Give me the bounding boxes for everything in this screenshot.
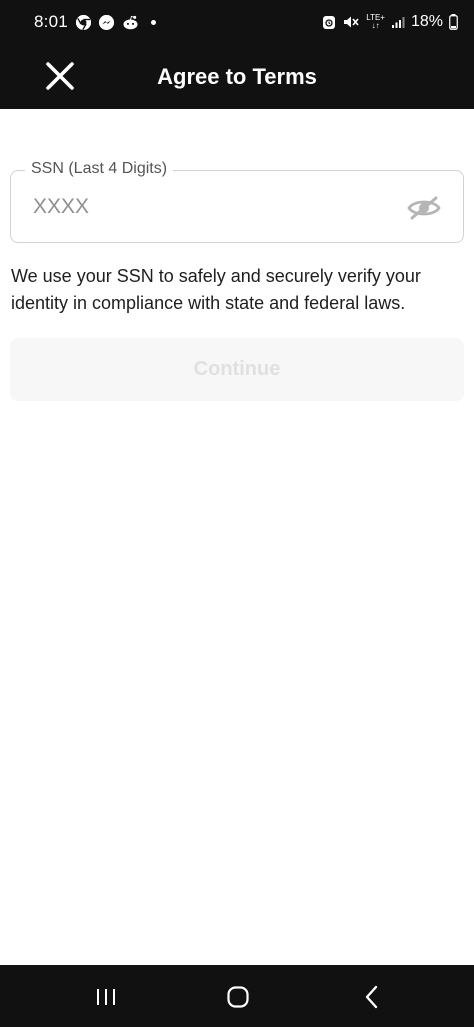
data-arrows-icon: ↓↑ <box>371 21 380 30</box>
status-right: LTE+ ↓↑ 18% <box>322 13 458 31</box>
home-icon <box>227 986 249 1008</box>
status-time: 8:01 <box>34 12 68 31</box>
reddit-icon <box>122 15 139 30</box>
signal-icon <box>391 15 405 29</box>
chrome-icon <box>75 14 91 30</box>
ssn-info-text: We use your SSN to safely and securely v… <box>11 266 421 313</box>
back-icon <box>365 985 378 1009</box>
alarm-icon <box>322 14 336 30</box>
page-title: Agree to Terms <box>157 63 317 89</box>
messenger-icon <box>98 14 114 30</box>
continue-button[interactable]: Continue <box>10 338 464 401</box>
recent-apps-button[interactable] <box>84 977 128 1017</box>
ssn-field-label: SSN (Last 4 Digits) <box>25 160 174 178</box>
recent-apps-icon <box>97 989 115 1005</box>
battery-icon <box>449 14 458 30</box>
status-left: 8:01 <box>34 12 156 32</box>
battery-level: 18% <box>410 13 443 30</box>
mute-vibrate-icon <box>342 14 360 30</box>
status-bar: 8:01 LTE+ ↓↑ 18% <box>0 0 474 44</box>
visibility-toggle-button[interactable] <box>407 191 441 225</box>
network-type: LTE+ ↓↑ <box>366 14 385 30</box>
app-header: Agree to Terms <box>0 44 474 109</box>
ssn-field[interactable]: SSN (Last 4 Digits) <box>10 160 464 243</box>
more-notifications-dot <box>150 19 156 25</box>
system-nav-bar <box>0 965 474 1027</box>
ssn-input[interactable] <box>31 191 391 223</box>
home-button[interactable] <box>216 977 260 1017</box>
eye-off-icon <box>407 196 441 220</box>
back-button[interactable] <box>350 977 394 1017</box>
